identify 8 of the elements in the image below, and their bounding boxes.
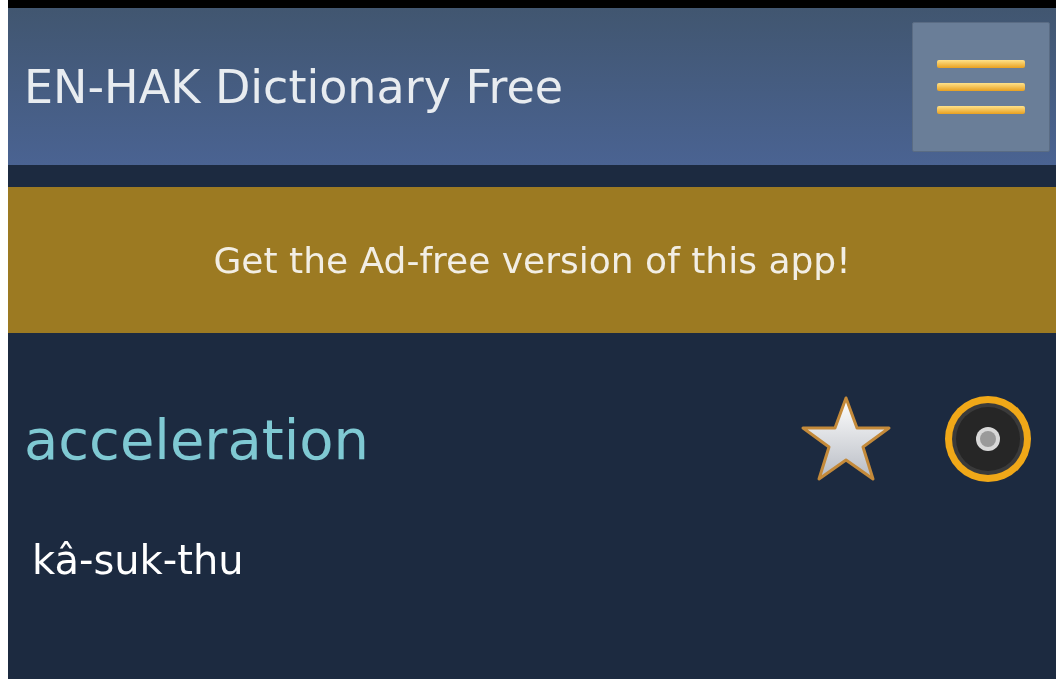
speaker-icon[interactable] [942, 393, 1034, 485]
ad-free-banner[interactable]: Get the Ad-free version of this app! [8, 187, 1056, 333]
translation: kâ-suk-thu [32, 537, 245, 583]
headword: acceleration [24, 406, 369, 472]
app-title: EN-HAK Dictionary Free [24, 59, 564, 114]
menu-icon [935, 57, 1027, 116]
star-icon[interactable] [800, 395, 892, 483]
menu-button[interactable] [912, 21, 1050, 152]
